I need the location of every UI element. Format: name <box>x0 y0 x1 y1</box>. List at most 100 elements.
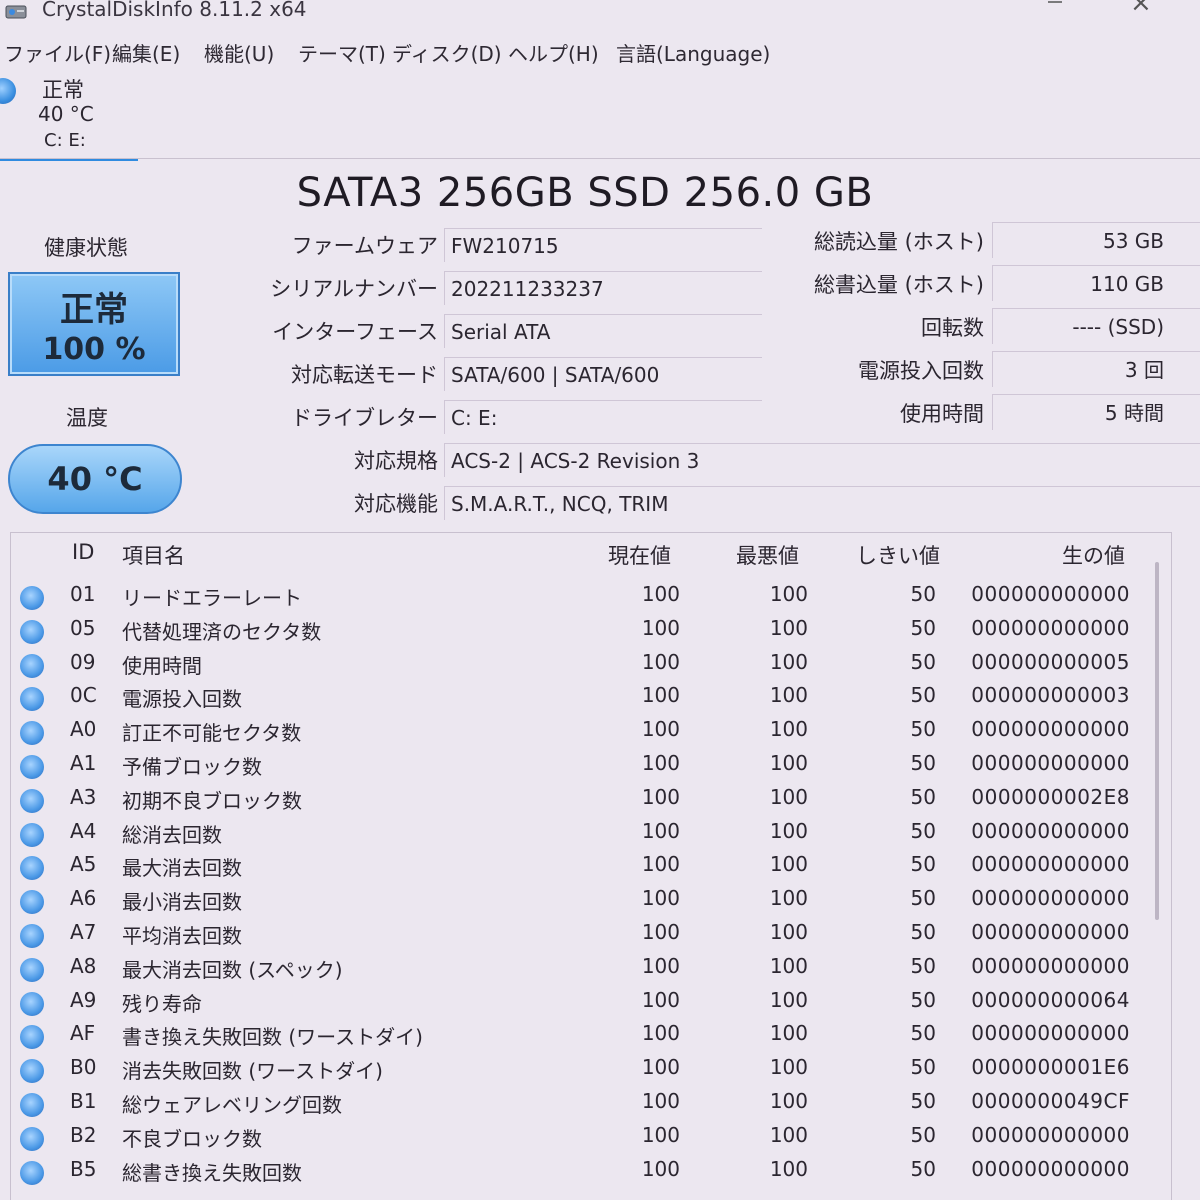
smart-id: A6 <box>70 886 97 911</box>
smart-row[interactable]: B0 消去失敗回数 (ワーストダイ) 100 100 50 0000000001E6 <box>10 1053 1160 1087</box>
smart-row[interactable]: A5 最大消去回数 100 100 50 000000000000 <box>10 850 1160 884</box>
menu-function[interactable]: 機能(U) <box>204 38 274 67</box>
smart-header-id[interactable]: ID <box>72 540 94 564</box>
smart-row[interactable]: B2 不良ブロック数 100 100 50 000000000000 <box>10 1121 1160 1155</box>
smart-header-worst[interactable]: 最悪値 <box>736 540 799 570</box>
smart-row[interactable]: A3 初期不良ブロック数 100 100 50 0000000002E8 <box>10 783 1160 817</box>
smart-row[interactable]: A6 最小消去回数 100 100 50 000000000000 <box>10 884 1160 918</box>
smart-row[interactable]: A1 予備ブロック数 100 100 50 000000000000 <box>10 749 1160 783</box>
power-on-hours-value: 5 時間 <box>992 394 1200 430</box>
smart-row[interactable]: A7 平均消去回数 100 100 50 000000000000 <box>10 918 1160 952</box>
menu-bar: ファイル(F) 編集(E) 機能(U) テーマ(T) ディスク(D) ヘルプ(H… <box>0 36 1200 68</box>
temperature-button[interactable]: 40 °C <box>8 444 182 514</box>
smart-current: 100 <box>641 751 680 775</box>
smart-threshold: 50 <box>910 784 936 809</box>
smart-raw: 000000000005 <box>971 649 1130 674</box>
smart-worst: 100 <box>769 649 808 674</box>
smart-name: 書き換え失敗回数 (ワーストダイ) <box>122 1025 423 1050</box>
smart-threshold: 50 <box>910 920 936 944</box>
smart-row[interactable]: B1 総ウェアレベリング回数 100 100 50 0000000049CF <box>10 1087 1160 1121</box>
health-status: 正常 <box>60 290 128 330</box>
smart-threshold: 50 <box>910 1156 936 1181</box>
smart-worst: 100 <box>769 1055 808 1080</box>
smart-id: B2 <box>70 1122 97 1147</box>
smart-threshold: 50 <box>910 852 936 877</box>
smart-worst: 100 <box>769 582 808 606</box>
smart-row[interactable]: B5 総書き換え失敗回数 100 100 50 000000000000 <box>10 1155 1160 1189</box>
smart-name: 予備ブロック数 <box>122 755 262 779</box>
smart-header-threshold[interactable]: しきい値 <box>856 540 940 570</box>
health-label: 健康状態 <box>44 236 128 260</box>
smart-name: 平均消去回数 <box>122 924 242 948</box>
smart-worst: 100 <box>769 818 808 843</box>
close-icon[interactable]: × <box>1130 0 1152 18</box>
smart-name: 不良ブロック数 <box>122 1126 262 1151</box>
smart-worst: 100 <box>769 852 808 877</box>
smart-raw: 000000000000 <box>971 751 1130 775</box>
smart-threshold: 50 <box>910 615 936 640</box>
smart-id: A9 <box>70 987 97 1012</box>
smart-raw: 000000000000 <box>971 920 1130 944</box>
smart-header-name[interactable]: 項目名 <box>122 540 185 570</box>
menu-disk[interactable]: ディスク(D) <box>392 38 502 67</box>
smart-raw: 000000000000 <box>971 717 1130 742</box>
temperature-label: 温度 <box>66 406 108 430</box>
smart-current: 100 <box>641 1089 680 1113</box>
smart-row[interactable]: AF 書き換え失敗回数 (ワーストダイ) 100 100 50 000000000000 <box>10 1019 1160 1053</box>
status-dot-icon <box>20 1126 44 1151</box>
smart-threshold: 50 <box>910 886 936 911</box>
total-reads-value: 53 GB <box>992 222 1200 258</box>
smart-row[interactable]: A9 残り寿命 100 100 50 000000000064 <box>10 986 1160 1020</box>
smart-name: 電源投入回数 <box>122 687 242 712</box>
smart-id: B0 <box>70 1055 97 1080</box>
smart-id: B1 <box>70 1089 97 1113</box>
menu-file[interactable]: ファイル(F) <box>4 38 111 67</box>
smart-raw: 000000000000 <box>971 886 1130 911</box>
status-dot-icon <box>20 822 44 847</box>
smart-current: 100 <box>641 953 680 978</box>
smart-threshold: 50 <box>910 751 936 775</box>
smart-name: 消去失敗回数 (ワーストダイ) <box>122 1059 383 1084</box>
minimize-icon[interactable] <box>1046 0 1064 21</box>
smart-row[interactable]: 09 使用時間 100 100 50 000000000005 <box>10 648 1160 682</box>
smart-header-raw[interactable]: 生の値 <box>1062 540 1125 570</box>
total-writes-value: 110 GB <box>992 265 1200 301</box>
smart-current: 100 <box>641 886 680 911</box>
disk-tab[interactable]: 正常 40 °C C: E: <box>0 72 138 161</box>
menu-help[interactable]: ヘルプ(H) <box>508 38 599 67</box>
smart-name: リードエラーレート <box>122 586 302 610</box>
smart-row[interactable]: 01 リードエラーレート 100 100 50 000000000000 <box>10 580 1160 614</box>
smart-row[interactable]: 0C 電源投入回数 100 100 50 000000000003 <box>10 681 1160 715</box>
status-dot-icon <box>20 856 44 881</box>
smart-raw: 000000000000 <box>971 852 1130 877</box>
smart-threshold: 50 <box>910 1055 936 1080</box>
smart-raw: 000000000000 <box>971 1021 1130 1046</box>
features-value: S.M.A.R.T., NCQ, TRIM <box>444 486 1200 520</box>
smart-worst: 100 <box>769 1156 808 1181</box>
smart-row[interactable]: A8 最大消去回数 (スペック) 100 100 50 000000000000 <box>10 952 1160 986</box>
smart-raw: 000000000000 <box>971 818 1130 843</box>
smart-row[interactable]: A4 総消去回数 100 100 50 000000000000 <box>10 817 1160 851</box>
menu-edit[interactable]: 編集(E) <box>112 38 180 67</box>
smart-worst: 100 <box>769 1122 808 1147</box>
smart-raw: 0000000002E8 <box>971 784 1130 809</box>
smart-threshold: 50 <box>910 818 936 843</box>
smart-row[interactable]: 05 代替処理済のセクタ数 100 100 50 000000000000 <box>10 614 1160 648</box>
smart-current: 100 <box>641 582 680 606</box>
smart-current: 100 <box>641 1156 680 1181</box>
smart-id: 01 <box>70 582 96 606</box>
serial-value: 202211233237 <box>444 271 762 305</box>
status-dot-icon <box>20 1025 44 1050</box>
smart-worst: 100 <box>769 717 808 742</box>
smart-raw: 000000000000 <box>971 582 1130 606</box>
disk-tab-status: 正常 <box>42 78 84 102</box>
menu-language[interactable]: 言語(Language) <box>616 38 770 67</box>
status-dot-icon <box>20 1093 44 1117</box>
app-icon <box>4 0 30 22</box>
menu-theme[interactable]: テーマ(T) <box>298 38 386 67</box>
status-dot-icon <box>20 991 44 1016</box>
smart-header-current[interactable]: 現在値 <box>608 540 671 570</box>
smart-worst: 100 <box>769 953 808 978</box>
smart-row[interactable]: A0 訂正不可能セクタ数 100 100 50 000000000000 <box>10 715 1160 749</box>
health-status-button[interactable]: 正常 100 % <box>8 272 180 376</box>
